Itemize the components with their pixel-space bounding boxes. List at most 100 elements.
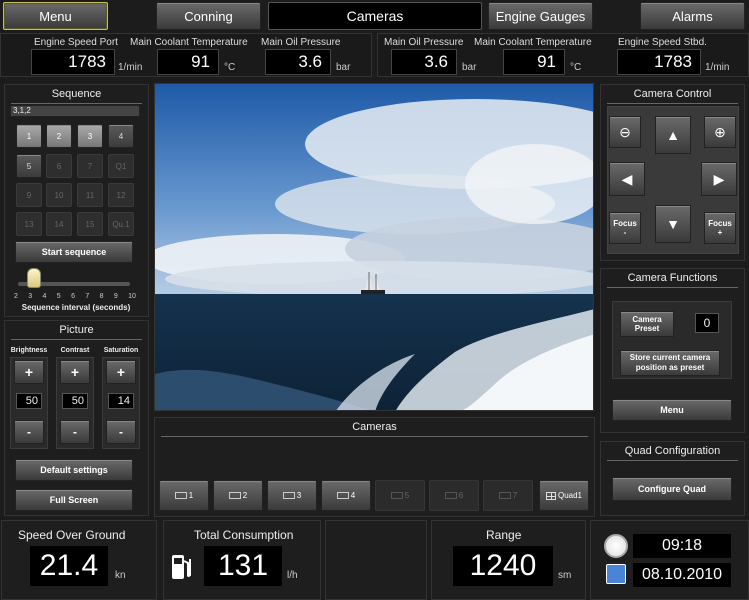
brightness-minus-button[interactable]: - (14, 420, 44, 444)
seq-button-13[interactable]: 13 (16, 212, 42, 236)
alarms-button[interactable]: Alarms (640, 2, 745, 30)
sog-label: Speed Over Ground (18, 528, 126, 542)
seq-button-12[interactable]: 12 (108, 183, 134, 207)
tick-label: 7 (85, 293, 90, 300)
camera-icon (498, 492, 511, 499)
camera-select-5[interactable]: 5 (375, 480, 425, 511)
brightness-plus-button[interactable]: + (14, 360, 44, 384)
zoom-out-button[interactable]: ⊖ (609, 116, 641, 148)
pan-left-button[interactable]: ◀ (609, 162, 645, 196)
full-screen-button[interactable]: Full Screen (15, 489, 133, 511)
tick-label: 9 (113, 293, 118, 300)
seq-button-9[interactable]: 9 (16, 183, 42, 207)
focus-plus-button[interactable]: Focus + (704, 212, 736, 244)
start-sequence-button[interactable]: Start sequence (15, 241, 133, 263)
camera-select-1[interactable]: 1 (159, 480, 209, 511)
camera-select-6[interactable]: 6 (429, 480, 479, 511)
interval-slider-thumb[interactable] (27, 268, 41, 288)
seq-button-10[interactable]: 10 (46, 183, 72, 207)
configure-quad-button[interactable]: Configure Quad (612, 477, 732, 501)
seq-button-7[interactable]: 7 (77, 154, 103, 178)
camera-preset-value: 0 (695, 313, 719, 333)
seq-button-qu1[interactable]: Qu.1 (108, 212, 134, 236)
zoom-in-icon: ⊕ (714, 123, 726, 140)
gauge-value-coolant-stbd: 91 (503, 49, 565, 75)
range-label: Range (486, 528, 522, 542)
contrast-label: Contrast (60, 347, 90, 354)
arrow-up-icon: ▲ (666, 127, 680, 143)
focus-minus-button[interactable]: Focus - (609, 212, 641, 244)
seq-button-2[interactable]: 2 (46, 124, 72, 148)
sequence-field[interactable]: 3,1,2 (10, 105, 140, 117)
calendar-icon (606, 564, 626, 584)
saturation-plus-button[interactable]: + (106, 360, 136, 384)
page-title: Cameras (268, 2, 482, 30)
saturation-value: 14 (108, 393, 134, 409)
camera-select-7[interactable]: 7 (483, 480, 533, 511)
sequence-title: Sequence (11, 85, 142, 104)
conning-button[interactable]: Conning (156, 2, 261, 30)
seq-button-11[interactable]: 11 (77, 183, 103, 207)
contrast-minus-button[interactable]: - (60, 420, 90, 444)
arrow-down-icon: ▼ (666, 216, 680, 232)
camera-select-3[interactable]: 3 (267, 480, 317, 511)
contrast-value: 50 (62, 393, 88, 409)
seq-button-5[interactable]: 5 (16, 154, 42, 178)
seq-button-14[interactable]: 14 (46, 212, 72, 236)
camera-icon (444, 492, 457, 499)
gauge-unit: 1/min (118, 62, 143, 73)
tc-unit: l/h (287, 570, 298, 581)
default-settings-button[interactable]: Default settings (15, 459, 133, 481)
camera-select-2[interactable]: 2 (213, 480, 263, 511)
camera-icon (174, 492, 187, 499)
camera-select-4[interactable]: 4 (321, 480, 371, 511)
camera-preset-button[interactable]: Camera Preset (620, 311, 674, 337)
camera-icon (282, 492, 295, 499)
camera-icon (228, 492, 241, 499)
camera-menu-button[interactable]: Menu (612, 399, 732, 421)
blank-panel (325, 520, 427, 600)
contrast-plus-button[interactable]: + (60, 360, 90, 384)
gauge-value-engine-speed-port: 1783 (31, 49, 115, 75)
pan-right-button[interactable]: ▶ (701, 162, 737, 196)
camera-select-label: 6 (458, 491, 464, 500)
tick-label: 8 (99, 293, 104, 300)
camera-view[interactable] (154, 83, 594, 411)
seq-button-1[interactable]: 1 (16, 124, 42, 148)
seq-button-4[interactable]: 4 (108, 124, 134, 148)
time-date-panel (590, 520, 749, 600)
tick-label: 2 (14, 293, 18, 300)
arrow-left-icon: ◀ (621, 170, 633, 187)
quad-configuration-title: Quad Configuration (607, 442, 738, 461)
tick-label: 10 (128, 293, 136, 300)
tick-label: 6 (71, 293, 75, 300)
saturation-minus-button[interactable]: - (106, 420, 136, 444)
camera-select-label: 5 (404, 491, 410, 500)
seq-button-3[interactable]: 3 (77, 124, 103, 148)
gauge-value-engine-speed-stbd: 1783 (617, 49, 701, 75)
seq-button-15[interactable]: 15 (77, 212, 103, 236)
zoom-in-button[interactable]: ⊕ (704, 116, 736, 148)
camera-select-label: 3 (296, 491, 302, 500)
menu-button[interactable]: Menu (3, 2, 108, 30)
saturation-label: Saturation (103, 347, 139, 354)
seq-button-q1[interactable]: Q1 (108, 154, 134, 178)
gauge-unit: bar (462, 62, 477, 73)
gauge-unit: °C (570, 62, 582, 73)
store-preset-button[interactable]: Store current camera position as preset (620, 350, 720, 376)
camera-select-quad1[interactable]: Quad1 (539, 480, 589, 511)
camera-icon (390, 492, 403, 499)
clock-icon (604, 534, 628, 558)
engine-gauges-button[interactable]: Engine Gauges (488, 2, 593, 30)
seq-button-6[interactable]: 6 (46, 154, 72, 178)
camera-control-title: Camera Control (607, 85, 738, 104)
range-unit: sm (558, 570, 572, 581)
tc-value: 131 (204, 546, 282, 586)
sog-unit: kn (115, 570, 126, 581)
camera-image (155, 84, 593, 410)
tilt-up-button[interactable]: ▲ (655, 116, 691, 154)
camera-select-label: 2 (242, 491, 248, 500)
gauge-label-coolant-port: Main Coolant Temperature (130, 37, 248, 48)
tilt-down-button[interactable]: ▼ (655, 205, 691, 243)
camera-icon (336, 492, 349, 499)
